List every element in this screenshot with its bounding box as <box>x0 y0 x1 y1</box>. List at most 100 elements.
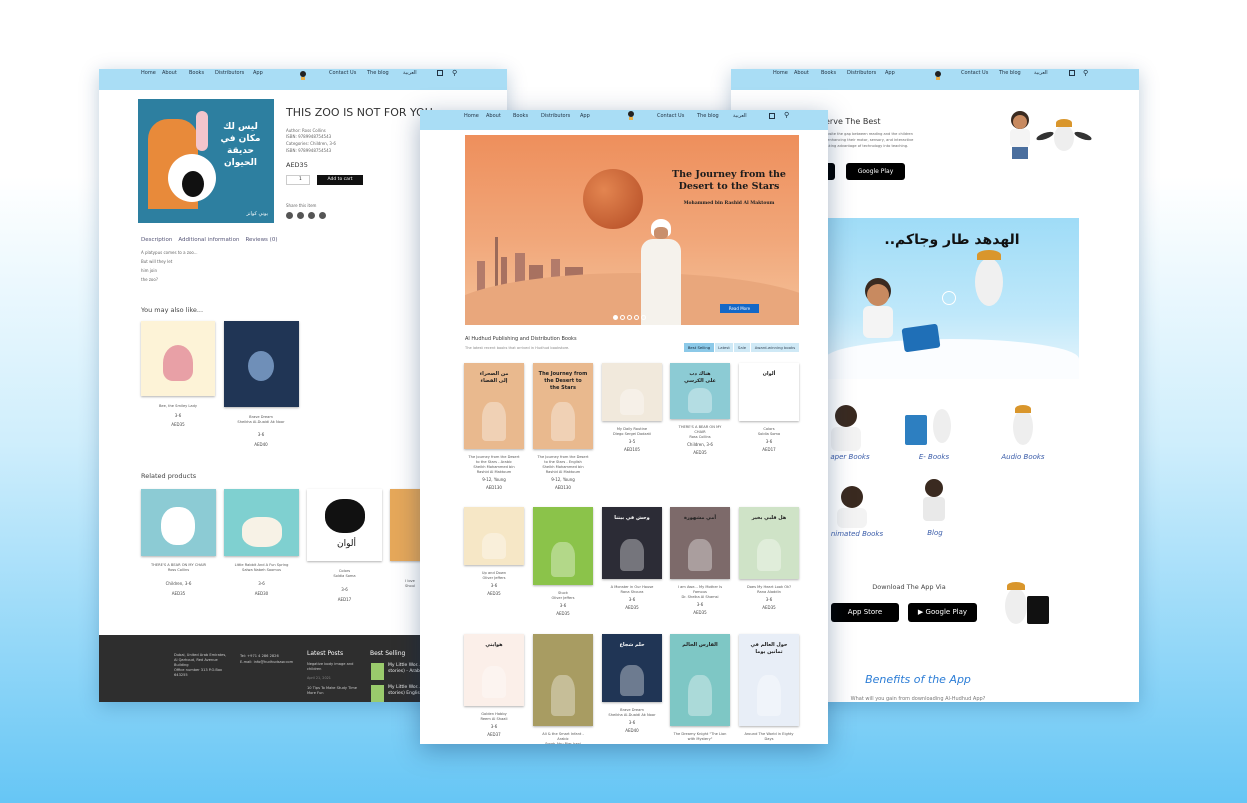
category-animated-books[interactable]: nimated Books <box>825 484 889 540</box>
book-title[interactable]: Golden Hobby Reem Al Shaali <box>458 712 530 722</box>
nav-blog[interactable]: The blog <box>999 69 1021 77</box>
best-selling-thumb[interactable] <box>371 685 384 702</box>
tab-description[interactable]: Description <box>141 237 172 243</box>
google-play-badge[interactable]: ▶ Google Play <box>908 603 977 622</box>
book-cover[interactable]: ألوان <box>307 489 382 561</box>
slider-dot[interactable] <box>620 315 625 320</box>
hudhud-logo[interactable] <box>299 71 307 83</box>
nav-books[interactable]: Books <box>821 69 836 77</box>
category-blog[interactable]: Blog <box>915 479 955 541</box>
nav-app[interactable]: App <box>580 112 590 120</box>
google-play-badge[interactable]: Google Play <box>846 163 905 180</box>
email-icon[interactable] <box>319 212 326 219</box>
nav-app[interactable]: App <box>885 69 895 77</box>
book-cover[interactable]: ألوان <box>739 363 799 421</box>
read-more-button[interactable]: Read More <box>720 304 759 313</box>
book-cover[interactable]: الفارس الحالم <box>670 634 730 726</box>
product-cover[interactable]: ليس لك مكان في حديقة الحيوان يوني كوانز <box>138 99 274 223</box>
play-icon[interactable] <box>942 291 956 305</box>
hudhud-logo[interactable] <box>934 71 942 83</box>
nav-distributors[interactable]: Distributors <box>541 112 570 120</box>
nav-contact[interactable]: Contact Us <box>329 69 356 77</box>
nav-language[interactable]: العربية <box>733 112 747 120</box>
filter-latest[interactable]: Latest <box>715 343 733 352</box>
book-cover[interactable]: وحش في بيتنا <box>602 507 662 579</box>
nav-contact[interactable]: Contact Us <box>961 69 988 77</box>
nav-about[interactable]: About <box>162 69 177 77</box>
app-store-badge[interactable]: App Store <box>831 603 899 622</box>
cart-icon[interactable] <box>1069 70 1075 76</box>
nav-app[interactable]: App <box>253 69 263 77</box>
slider-dot[interactable] <box>641 315 646 320</box>
post-link[interactable]: 10 Tips To Make Study Time More Fun <box>307 686 365 696</box>
book-title[interactable]: The Dreamy Knight "The Lion with Mystery… <box>664 732 736 742</box>
nav-blog[interactable]: The blog <box>697 112 719 120</box>
quantity-stepper[interactable]: 1 <box>286 175 310 185</box>
book-title[interactable]: Up and Down Oliver Jeffers <box>458 571 530 581</box>
app-video-banner[interactable]: الهدهد طار وجاكم.. <box>825 218 1079 379</box>
book-title[interactable]: Does My Heart Look Ok? Rana Aladdin <box>733 585 805 595</box>
linkedin-icon[interactable] <box>308 212 315 219</box>
nav-language[interactable]: العربية <box>403 69 417 77</box>
search-icon[interactable]: ⚲ <box>1083 69 1088 77</box>
book-title[interactable]: THERE'S A BEAR ON MY CHAIR Ross Collins <box>131 563 226 573</box>
book-cover[interactable] <box>141 321 215 396</box>
add-to-cart-button[interactable]: Add to cart <box>317 175 363 185</box>
book-title[interactable]: Ali & the Smart Infant - Arabic Smah Abu… <box>527 732 599 744</box>
filter-award-winning[interactable]: Award-winning books <box>751 343 799 352</box>
book-cover[interactable] <box>533 507 593 585</box>
book-title[interactable]: The Journey from the Desert to the Stars… <box>458 455 530 475</box>
book-cover[interactable]: حلم شجاع <box>602 634 662 702</box>
book-title[interactable]: Brave Dream Sheikha Al-Duaidi Ak Noor <box>596 708 668 718</box>
book-cover[interactable]: The Journey from the Desert to the Stars <box>533 363 593 449</box>
category-e-books[interactable]: E- Books <box>903 405 965 465</box>
book-cover[interactable] <box>602 363 662 421</box>
book-cover[interactable] <box>224 321 299 407</box>
book-cover[interactable]: حول العالم في ثمانين يوما <box>739 634 799 726</box>
nav-about[interactable]: About <box>486 112 501 120</box>
tab-reviews[interactable]: Reviews (0) <box>245 237 277 243</box>
book-cover[interactable]: من الصحراء إلى الفضاء <box>464 363 524 449</box>
filter-sale[interactable]: Sale <box>734 343 750 352</box>
book-title[interactable]: The Journey from the Desert to the Stars… <box>527 455 599 475</box>
cart-icon[interactable] <box>437 70 443 76</box>
book-title[interactable]: Around The World in Eighty Days <box>733 732 805 742</box>
book-cover[interactable] <box>141 489 216 556</box>
cart-icon[interactable] <box>769 113 775 119</box>
filter-best-selling[interactable]: Best Selling <box>684 343 714 352</box>
book-title[interactable]: Brave Dream Sheikha Al-Duaidi Ak Noor <box>215 415 307 425</box>
twitter-icon[interactable] <box>297 212 304 219</box>
book-cover[interactable] <box>464 507 524 565</box>
nav-about[interactable]: About <box>794 69 809 77</box>
nav-home[interactable]: Home <box>464 112 479 120</box>
book-title[interactable]: My Daily Routine Diego Sergei Dodzati <box>596 427 668 437</box>
nav-home[interactable]: Home <box>773 69 788 77</box>
category-paper-books[interactable]: aper Books <box>825 405 875 465</box>
book-cover[interactable]: هل قلبي بخير <box>739 507 799 579</box>
nav-contact[interactable]: Contact Us <box>657 112 684 120</box>
book-title[interactable]: Little Rabbit And A Fun Spring Salwa Nab… <box>214 563 309 573</box>
search-icon[interactable]: ⚲ <box>452 69 457 77</box>
slider-dot[interactable] <box>627 315 632 320</box>
slider-dot[interactable] <box>634 315 639 320</box>
book-title[interactable]: A Monster in Our House Rana Shoura <box>596 585 668 595</box>
search-icon[interactable]: ⚲ <box>784 111 789 119</box>
nav-books[interactable]: Books <box>189 69 204 77</box>
book-cover[interactable] <box>533 634 593 726</box>
category-audio-books[interactable]: Audio Books <box>993 405 1053 465</box>
book-cover[interactable]: هوايتي <box>464 634 524 706</box>
hudhud-logo[interactable] <box>627 111 635 123</box>
slider-dot[interactable] <box>613 315 618 320</box>
book-title[interactable]: Colors Soldia Soma <box>733 427 805 437</box>
nav-blog[interactable]: The blog <box>367 69 389 77</box>
book-title[interactable]: Stuck Oliver Jeffers <box>527 591 599 601</box>
book-cover[interactable]: هناك دب على الكرسي <box>670 363 730 419</box>
nav-distributors[interactable]: Distributors <box>215 69 244 77</box>
nav-language[interactable]: العربية <box>1034 69 1048 77</box>
tab-additional-info[interactable]: Additional information <box>178 237 239 243</box>
post-link[interactable]: Negative body image and children <box>307 662 365 672</box>
book-title[interactable]: Colors Soldia Soma <box>297 569 392 579</box>
book-title[interactable]: Bee, the Smiley Lady <box>141 404 215 409</box>
nav-books[interactable]: Books <box>513 112 528 120</box>
book-title[interactable]: THERE'S A BEAR ON MY CHAIR Ross Collins <box>664 425 736 440</box>
